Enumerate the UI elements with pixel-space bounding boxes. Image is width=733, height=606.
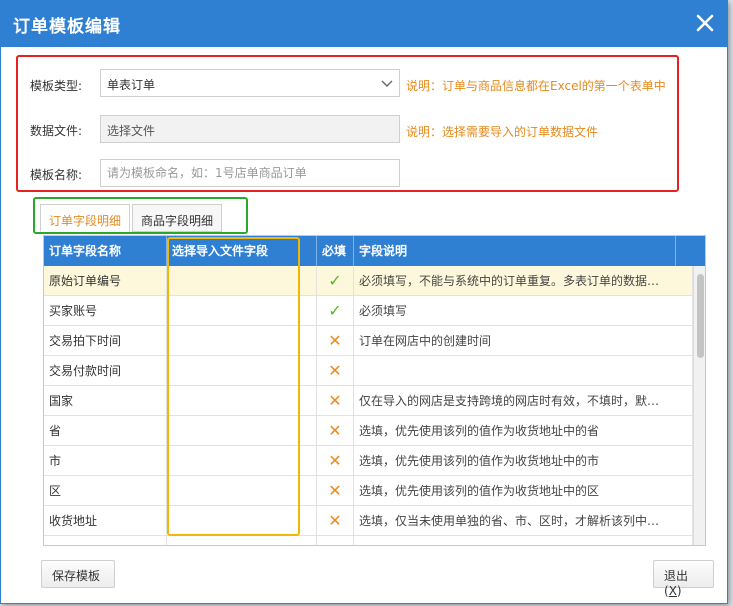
dialog-titlebar: 订单模板编辑 [1,1,727,47]
table-row[interactable] [44,536,693,545]
check-icon: ✓ [317,296,354,326]
column-header-description[interactable]: 字段说明 [354,236,676,266]
cell-import-field[interactable] [167,296,317,326]
template-type-value: 单表订单 [107,78,156,92]
cross-icon: ✕ [317,326,354,356]
dialog-title: 订单模板编辑 [13,17,121,37]
cross-icon: ✕ [317,356,354,386]
cell-import-field[interactable] [167,266,317,296]
field-mapping-grid: 订单字段名称 选择导入文件字段 必填 字段说明 原始订单编号 ✓ 必须填写，不能与系… [43,235,706,546]
template-type-label: 模板类型: [30,79,83,93]
save-template-button[interactable]: 保存模板 [41,560,115,588]
template-edit-dialog: 订单模板编辑 模板类型: 单表订单 说明：订单与商品信息都在Excel的第一个表… [0,0,728,604]
cell-import-field[interactable] [167,536,317,545]
cell-description: 选填，优先使用该列的值作为收货地址中的市 [354,446,693,476]
cell-description: 选填，优先使用该列的值作为收货地址中的省 [354,416,693,446]
cell-description [354,536,693,545]
cross-icon: ✕ [317,446,354,476]
cell-field-name: 国家 [44,386,167,416]
grid-body: 原始订单编号 ✓ 必须填写，不能与系统中的订单重复。多表订单的数据… 买家账号 ✓ 必须填… [44,266,693,545]
cross-icon: ✕ [317,476,354,506]
cell-description: 选填，仅当未使用单独的省、市、区时，才解析该列中… [354,506,693,536]
cross-icon: ✕ [317,506,354,536]
cell-description: 仅在导入的网店是支持跨境的网店时有效，不填时，默… [354,386,693,416]
cell-description: 选填，优先使用该列的值作为收货地址中的区 [354,476,693,506]
cell-import-field[interactable] [167,326,317,356]
tab-order-fields[interactable]: 订单字段明细 [40,204,131,232]
cell-field-name: 买家账号 [44,296,167,326]
data-file-note: 说明：选择需要导入的订单数据文件 [406,125,599,139]
cell-field-name [44,536,167,545]
table-row[interactable]: 交易拍下时间 ✕ 订单在网店中的创建时间 [44,326,693,356]
cell-field-name: 原始订单编号 [44,266,167,296]
cell-import-field[interactable] [167,356,317,386]
cell-import-field[interactable] [167,506,317,536]
close-icon[interactable] [693,11,717,35]
tab-product-fields[interactable]: 商品字段明细 [132,204,223,232]
cell-import-field[interactable] [167,386,317,416]
chevron-down-icon [381,78,393,88]
data-file-label: 数据文件: [30,124,83,138]
table-row[interactable]: 区 ✕ 选填，优先使用该列的值作为收货地址中的区 [44,476,693,506]
cell-field-name: 交易付款时间 [44,356,167,386]
cell-field-name: 交易拍下时间 [44,326,167,356]
cell-description [354,356,693,386]
exit-button[interactable]: 退出(X) [653,560,714,598]
grid-scrollbar[interactable] [693,266,705,545]
column-header-import-field[interactable]: 选择导入文件字段 [167,236,317,266]
cell-description: 必须填写 [354,296,693,326]
data-file-value: 选择文件 [107,124,156,138]
scrollbar-thumb[interactable] [697,274,704,358]
cell-import-field[interactable] [167,476,317,506]
cell-field-name: 收货地址 [44,506,167,536]
exit-hotkey: X [668,584,677,598]
table-row[interactable]: 收货地址 ✕ 选填，仅当未使用单独的省、市、区时，才解析该列中… [44,506,693,536]
column-header-required[interactable]: 必填 [317,236,354,266]
template-type-select[interactable]: 单表订单 [100,69,400,97]
cross-icon: ✕ [317,386,354,416]
cell-required [317,536,354,545]
cell-description: 必须填写，不能与系统中的订单重复。多表订单的数据… [354,266,693,296]
cell-import-field[interactable] [167,416,317,446]
cell-field-name: 市 [44,446,167,476]
cell-field-name: 省 [44,416,167,446]
template-name-input[interactable] [100,159,400,187]
data-file-picker[interactable]: 选择文件 [100,115,400,143]
cell-import-field[interactable] [167,446,317,476]
cell-description: 订单在网店中的创建时间 [354,326,693,356]
table-row[interactable]: 买家账号 ✓ 必须填写 [44,296,693,326]
column-header-field-name[interactable]: 订单字段名称 [44,236,167,266]
check-icon: ✓ [317,266,354,296]
cross-icon: ✕ [317,416,354,446]
table-row[interactable]: 原始订单编号 ✓ 必须填写，不能与系统中的订单重复。多表订单的数据… [44,266,693,296]
cell-field-name: 区 [44,476,167,506]
exit-suffix: ) [676,584,682,598]
table-row[interactable]: 交易付款时间 ✕ [44,356,693,386]
table-row[interactable]: 市 ✕ 选填，优先使用该列的值作为收货地址中的市 [44,446,693,476]
table-row[interactable]: 省 ✕ 选填，优先使用该列的值作为收货地址中的省 [44,416,693,446]
template-name-label: 模板名称: [30,168,83,182]
table-row[interactable]: 国家 ✕ 仅在导入的网店是支持跨境的网店时有效，不填时，默… [44,386,693,416]
grid-header: 订单字段名称 选择导入文件字段 必填 字段说明 [44,236,705,266]
template-type-note: 说明：订单与商品信息都在Excel的第一个表单中 [406,79,666,93]
